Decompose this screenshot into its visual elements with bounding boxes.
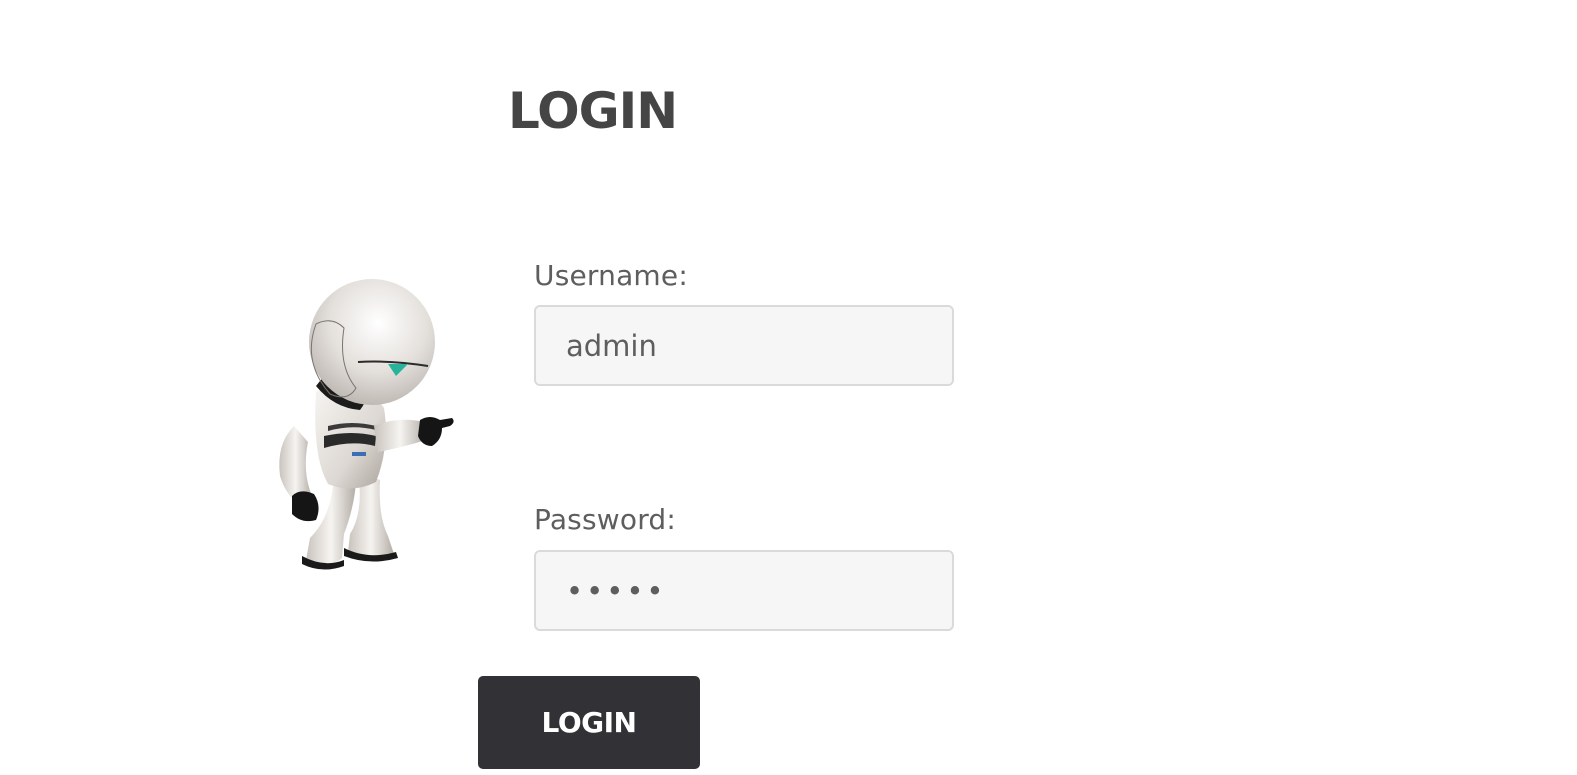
robot-mascot-icon: [279, 279, 454, 570]
username-input[interactable]: [534, 305, 954, 386]
login-button[interactable]: LOGIN: [478, 676, 700, 769]
username-label: Username:: [534, 259, 688, 292]
password-input[interactable]: [534, 550, 954, 631]
password-label: Password:: [534, 503, 677, 536]
login-page: LOGIN Username: admin Password: ••••• LO…: [0, 0, 1577, 775]
page-title: LOGIN: [508, 82, 678, 140]
